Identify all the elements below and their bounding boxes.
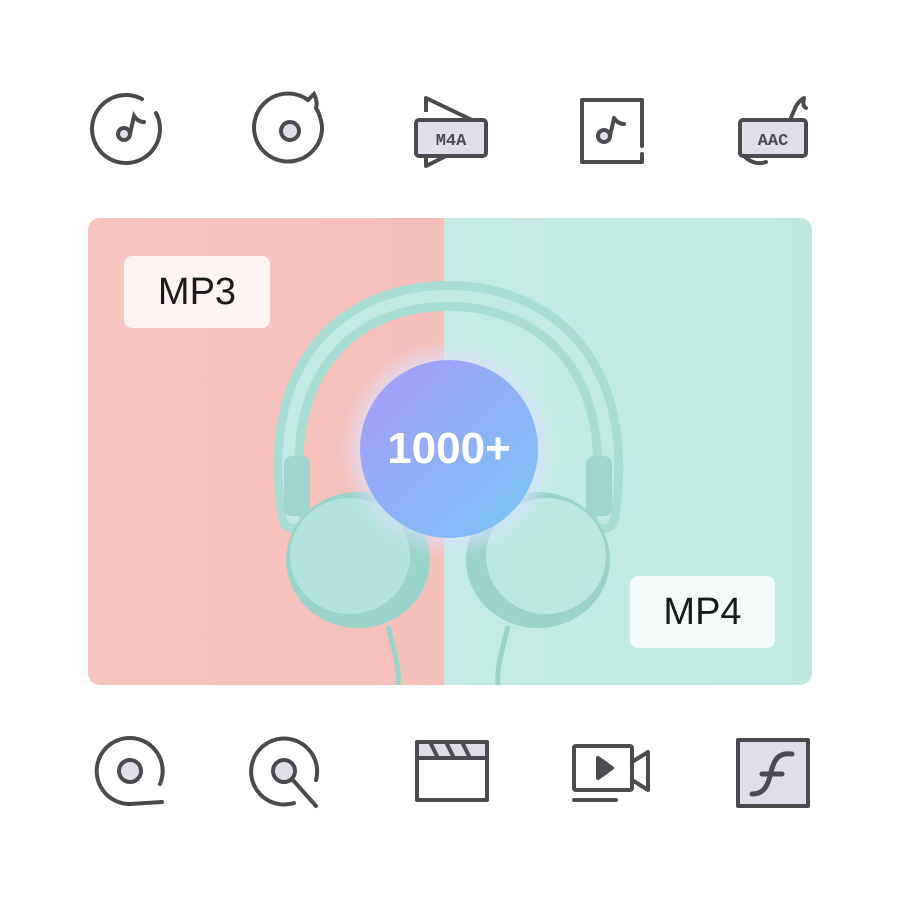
aac-radio-icon: AAC <box>732 86 822 176</box>
aac-label: AAC <box>758 132 789 151</box>
bottom-format-icons <box>0 728 900 818</box>
m4a-radio-icon: M4A <box>410 86 500 176</box>
hero-banner: MP3 MP4 1000+ <box>88 218 812 685</box>
disc-search-icon <box>242 728 332 818</box>
cd-music-icon <box>246 86 336 176</box>
mp4-tag: MP4 <box>630 576 775 648</box>
disc-music-icon <box>86 86 176 176</box>
flash-icon <box>728 728 818 818</box>
clapperboard-icon <box>408 728 498 818</box>
music-file-icon <box>568 86 658 176</box>
mp3-tag: MP3 <box>124 256 270 328</box>
m4a-label: M4A <box>436 132 467 151</box>
format-count-badge: 1000+ <box>360 360 538 538</box>
top-format-icons: M4A AAC <box>0 86 900 176</box>
disc-icon <box>86 728 176 818</box>
video-camera-icon <box>566 728 656 818</box>
